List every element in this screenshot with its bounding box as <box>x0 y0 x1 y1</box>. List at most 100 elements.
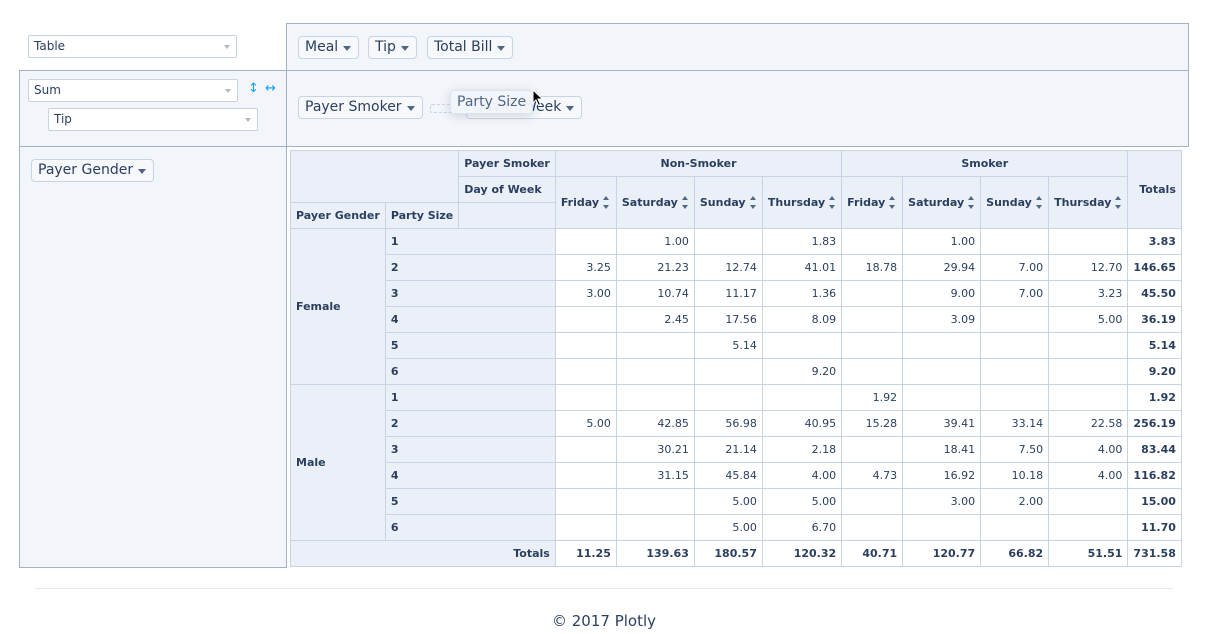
col-header-day[interactable]: Thursday <box>1048 176 1129 229</box>
sort-icon[interactable] <box>603 196 610 210</box>
caret-down-icon[interactable] <box>343 46 352 51</box>
value-cell[interactable] <box>902 332 982 359</box>
value-cell[interactable] <box>841 436 904 463</box>
sort-icon[interactable] <box>749 196 757 210</box>
value-cell[interactable] <box>615 332 695 359</box>
value-cell[interactable] <box>980 358 1050 385</box>
value-cell[interactable] <box>554 306 617 333</box>
value-cell[interactable]: 1.36 <box>761 280 843 307</box>
value-cell[interactable]: 2.00 <box>980 488 1050 515</box>
value-cell[interactable] <box>1048 488 1129 515</box>
value-cell[interactable]: 5.00 <box>693 514 763 541</box>
value-cell[interactable]: 2.45 <box>615 306 695 333</box>
value-cell[interactable] <box>554 228 617 255</box>
value-cell[interactable] <box>693 228 763 255</box>
value-cell[interactable]: 1.00 <box>902 228 982 255</box>
col-header-day[interactable]: Sunday <box>980 176 1050 229</box>
value-cell[interactable] <box>554 436 617 463</box>
value-cell[interactable] <box>841 228 904 255</box>
caret-down-icon[interactable] <box>566 106 575 111</box>
value-cell[interactable]: 3.25 <box>554 254 617 281</box>
value-cell[interactable] <box>1048 358 1129 385</box>
sort-icon[interactable] <box>968 196 975 210</box>
value-cell[interactable]: 4.00 <box>761 462 843 489</box>
row-order-icon[interactable]: ↕ <box>248 81 259 96</box>
value-cell[interactable]: 2.18 <box>761 436 843 463</box>
value-cell[interactable] <box>841 306 904 333</box>
value-cell[interactable]: 33.14 <box>980 410 1050 437</box>
value-cell[interactable]: 21.23 <box>615 254 695 281</box>
attribute-pill-meal[interactable]: Meal <box>298 36 360 59</box>
attribute-pill-total-bill[interactable]: Total Bill <box>427 36 514 59</box>
sort-icon[interactable] <box>1115 196 1122 210</box>
attribute-pill-payer-smoker[interactable]: Payer Smoker <box>298 96 423 119</box>
caret-down-icon[interactable] <box>400 46 409 51</box>
caret-down-icon[interactable] <box>497 46 506 51</box>
value-cell[interactable] <box>615 514 695 541</box>
value-cell[interactable]: 40.95 <box>761 410 843 437</box>
value-cell[interactable] <box>554 462 617 489</box>
sort-icon[interactable] <box>681 196 689 210</box>
value-cell[interactable] <box>902 384 982 411</box>
value-cell[interactable] <box>693 384 763 411</box>
value-cell[interactable] <box>1048 228 1129 255</box>
value-cell[interactable] <box>841 280 904 307</box>
value-cell[interactable] <box>980 228 1050 255</box>
value-cell[interactable] <box>980 384 1050 411</box>
attribute-pill-payer-gender[interactable]: Payer Gender <box>31 159 155 182</box>
value-cell[interactable]: 10.74 <box>615 280 695 307</box>
value-cell[interactable] <box>1048 332 1129 359</box>
col-order-icon[interactable]: ↔ <box>265 81 276 96</box>
value-cell[interactable]: 3.00 <box>902 488 982 515</box>
value-cell[interactable]: 5.00 <box>1048 306 1129 333</box>
value-cell[interactable]: 12.70 <box>1048 254 1129 281</box>
sort-icon[interactable] <box>829 196 836 210</box>
value-cell[interactable]: 7.00 <box>980 254 1050 281</box>
value-cell[interactable]: 6.70 <box>761 514 843 541</box>
col-header-day[interactable]: Thursday <box>761 176 843 229</box>
col-header-day[interactable]: Friday <box>554 176 617 229</box>
value-cell[interactable]: 5.00 <box>554 410 617 437</box>
value-cell[interactable]: 15.28 <box>841 410 904 437</box>
value-cell[interactable] <box>980 514 1050 541</box>
value-cell[interactable]: 22.58 <box>1048 410 1129 437</box>
value-cell[interactable] <box>554 332 617 359</box>
value-cell[interactable] <box>902 514 982 541</box>
value-cell[interactable] <box>615 358 695 385</box>
value-cell[interactable]: 18.78 <box>841 254 904 281</box>
value-cell[interactable] <box>554 384 617 411</box>
value-cell[interactable] <box>841 332 904 359</box>
aggregator-attribute-select[interactable]: Tip <box>48 108 258 131</box>
value-cell[interactable]: 18.41 <box>902 436 982 463</box>
value-cell[interactable] <box>841 514 904 541</box>
value-cell[interactable]: 9.20 <box>761 358 843 385</box>
attribute-pill-tip[interactable]: Tip <box>368 36 417 59</box>
renderer-select[interactable]: Table <box>28 35 237 58</box>
value-cell[interactable] <box>615 488 695 515</box>
value-cell[interactable]: 3.23 <box>1048 280 1129 307</box>
value-cell[interactable]: 1.83 <box>761 228 843 255</box>
value-cell[interactable]: 29.94 <box>902 254 982 281</box>
value-cell[interactable] <box>980 306 1050 333</box>
value-cell[interactable] <box>693 358 763 385</box>
value-cell[interactable] <box>554 514 617 541</box>
value-cell[interactable] <box>554 358 617 385</box>
value-cell[interactable] <box>615 384 695 411</box>
value-cell[interactable] <box>761 332 843 359</box>
value-cell[interactable]: 7.50 <box>980 436 1050 463</box>
value-cell[interactable]: 5.00 <box>693 488 763 515</box>
value-cell[interactable]: 10.18 <box>980 462 1050 489</box>
sort-icon[interactable] <box>1035 196 1043 210</box>
value-cell[interactable]: 56.98 <box>693 410 763 437</box>
value-cell[interactable]: 12.74 <box>693 254 763 281</box>
value-cell[interactable] <box>902 358 982 385</box>
value-cell[interactable]: 7.00 <box>980 280 1050 307</box>
col-header-day[interactable]: Friday <box>841 176 904 229</box>
value-cell[interactable]: 9.00 <box>902 280 982 307</box>
value-cell[interactable] <box>980 332 1050 359</box>
value-cell[interactable]: 1.92 <box>841 384 904 411</box>
value-cell[interactable]: 16.92 <box>902 462 982 489</box>
value-cell[interactable]: 5.00 <box>761 488 843 515</box>
value-cell[interactable] <box>761 384 843 411</box>
value-cell[interactable]: 31.15 <box>615 462 695 489</box>
